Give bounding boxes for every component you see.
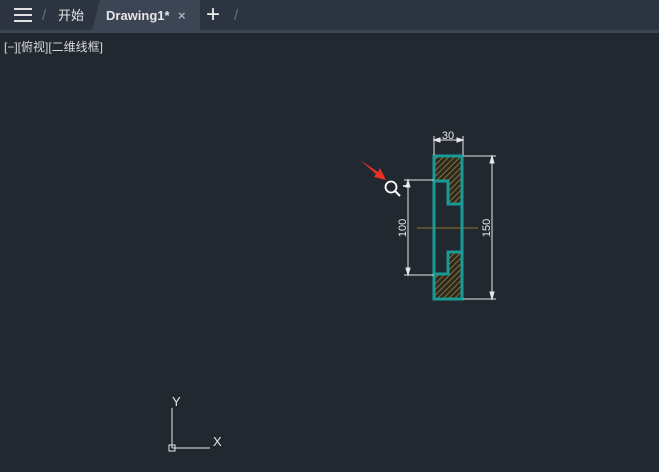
ucs-icon (168, 408, 210, 452)
ucs-y-label: Y (172, 394, 181, 409)
dim-width: 30 (442, 130, 454, 142)
red-arrow-icon (360, 160, 386, 180)
ucs-x-label: X (213, 434, 222, 449)
drawing-canvas[interactable]: 30 150 100 Y X (0, 0, 659, 472)
zoom-cursor-icon (384, 180, 408, 197)
dim-height: 150 (481, 219, 493, 237)
dim-inner: 100 (397, 219, 409, 237)
